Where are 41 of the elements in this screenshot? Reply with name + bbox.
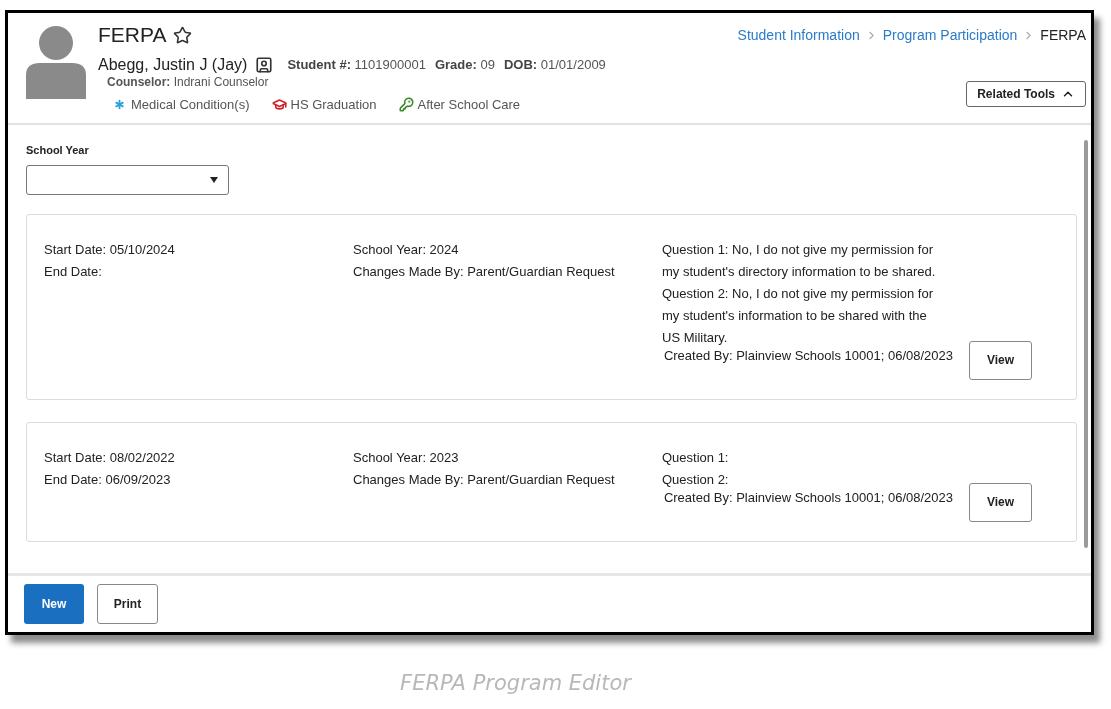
star-icon[interactable] (173, 25, 193, 45)
figure-caption: FERPA Program Editor (400, 670, 631, 697)
question-text: Question 2: (662, 470, 730, 489)
created-by: Created By: Plainview Schools 10001; 06/08/2023 (663, 347, 953, 365)
new-button[interactable]: New (24, 584, 84, 624)
key-icon (398, 97, 414, 113)
student-name: Abegg, Justin J (Jay) (98, 55, 248, 75)
counselor-text: Counselor: Indrani Counselor (107, 75, 270, 90)
student-field: Student #: 1101900001 (287, 55, 426, 75)
changes-made-by: Changes Made By: Parent/Guardian Request (353, 262, 616, 281)
related-tools-button[interactable]: Related Tools (966, 81, 1086, 107)
question-text: Question 1: (662, 448, 730, 467)
student-field: Grade: 09 (434, 55, 495, 75)
school-year-label: School Year (26, 143, 90, 158)
question-text: Question 1: No, I do not give my permission for my student's directory information to be shared. (662, 240, 937, 281)
contact-card-icon[interactable] (255, 56, 274, 74)
breadcrumb-link[interactable]: Program Participation (882, 25, 1018, 46)
flag-label: Medical Condition(s) (131, 96, 250, 114)
school-year-text: School Year: 2023 (353, 448, 460, 467)
flag-label: After School Care (417, 96, 521, 114)
question-text: Question 2: No, I do not give my permission for my student's information to be shared with the US Military. (662, 284, 934, 347)
page-title: FERPA (98, 22, 167, 49)
school-year-text: School Year: 2024 (353, 240, 460, 259)
end-date: End Date: (44, 262, 103, 281)
end-date: End Date: 06/09/2023 (44, 470, 172, 489)
changes-made-by: Changes Made By: Parent/Guardian Request (353, 470, 616, 489)
created-by: Created By: Plainview Schools 10001; 06/08/2023 (663, 489, 953, 507)
view-button[interactable]: View (969, 482, 1032, 522)
caret-down-icon (210, 176, 218, 183)
print-button[interactable]: Print (97, 584, 158, 624)
breadcrumb-link[interactable]: Student Information (737, 25, 860, 46)
start-date: Start Date: 08/02/2022 (44, 448, 176, 467)
student-field: DOB: 01/01/2009 (503, 55, 606, 75)
scrollbar[interactable] (1084, 140, 1088, 548)
school-year-select[interactable] (26, 164, 229, 195)
avatar-icon (26, 23, 86, 99)
flag-label: HS Graduation (290, 96, 377, 114)
breadcrumb-link[interactable]: FERPA (1040, 25, 1086, 46)
view-button[interactable]: View (969, 340, 1032, 380)
graduation-cap-icon (271, 97, 287, 113)
start-date: Start Date: 05/10/2024 (44, 240, 176, 259)
